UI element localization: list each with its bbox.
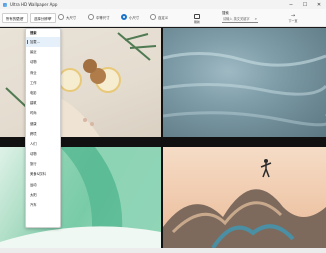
radio-selected-icon (121, 14, 127, 20)
maximize-button[interactable]: ☐ (298, 0, 312, 9)
status-bar (0, 248, 326, 253)
window-title: Ultra HD Wallpaper App (10, 2, 58, 7)
size-option-label: 中等尺寸 (96, 15, 110, 20)
search-placeholder: 请输入 英文关键字 (223, 17, 250, 21)
size-option-custom[interactable]: 自定义 (150, 14, 168, 20)
refresh-button[interactable]: 刷新 (190, 11, 204, 26)
category-list-header: 搜索 (30, 31, 37, 35)
list-item[interactable]: 跨境 (26, 129, 60, 139)
wallpaper-image-frost (163, 52, 326, 127)
toolbar: 所有的壁纸 ▾ 选择分辨率 ▾ 大尺寸 中等尺寸 小尺寸 自定义 刷新 搜索 请… (0, 9, 326, 27)
resolution-dropdown-value: 选择分辨率 (34, 16, 51, 21)
chevron-down-icon: ▾ (22, 16, 24, 20)
resolution-dropdown[interactable]: 选择分辨率 ▾ (30, 13, 56, 23)
wallpaper-image-wave-skater (163, 159, 326, 248)
size-option-large[interactable]: 大尺寸 (58, 14, 76, 20)
list-item[interactable]: 动物 (26, 57, 60, 67)
list-item[interactable]: 商业 (26, 68, 60, 78)
wallpaper-thumbnail[interactable] (163, 147, 326, 248)
app-icon (3, 2, 7, 7)
category-list: 搜索 加载... 最近 动物 商业 工作 电影 建筑 时尚 健康 跨境 人们 动… (25, 28, 61, 228)
wallpaper-thumbnail[interactable] (163, 28, 326, 137)
list-item[interactable]: 加载... (26, 37, 60, 48)
list-item[interactable]: 电影 (26, 88, 60, 98)
search-input[interactable]: 请输入 英文关键字 ⌕ (222, 16, 258, 23)
search-icon: ⌕ (254, 16, 257, 21)
size-option-medium[interactable]: 中等尺寸 (88, 14, 110, 20)
category-dropdown[interactable]: 所有的壁纸 ▾ (2, 13, 28, 23)
radio-icon (150, 14, 156, 20)
size-option-label: 小尺寸 (129, 15, 140, 20)
list-item[interactable]: 人们 (26, 139, 60, 149)
list-item[interactable]: 时尚 (26, 108, 60, 118)
category-dropdown-value: 所有的壁纸 (6, 16, 23, 21)
list-item[interactable]: 动物 (26, 149, 60, 159)
list-item[interactable]: 汽车 (26, 200, 60, 210)
next-page-button[interactable]: → 下一页 (284, 11, 302, 26)
size-option-small[interactable]: 小尺寸 (121, 14, 139, 20)
chevron-down-icon: ▾ (50, 16, 52, 20)
list-item[interactable]: 运动 (26, 180, 60, 190)
title-bar: Ultra HD Wallpaper App ─ ☐ ✕ (0, 0, 326, 9)
refresh-label: 刷新 (193, 19, 200, 24)
size-option-label: 大尺寸 (66, 15, 77, 20)
list-item[interactable]: 旅行 (26, 159, 60, 169)
list-item[interactable]: 太阳 (26, 190, 60, 200)
list-item[interactable]: 最近 (26, 47, 60, 57)
next-page-label: 下一页 (288, 19, 298, 23)
size-option-label: 自定义 (158, 15, 169, 20)
minimize-button[interactable]: ─ (284, 0, 298, 9)
close-button[interactable]: ✕ (312, 0, 326, 9)
radio-icon (88, 14, 94, 20)
list-item[interactable]: 建筑 (26, 98, 60, 108)
list-item[interactable]: 美食&饮料 (26, 169, 60, 179)
list-item[interactable]: 健康 (26, 119, 60, 129)
list-item[interactable]: 工作 (26, 78, 60, 88)
search-label: 搜索 (222, 11, 229, 15)
refresh-icon (194, 13, 200, 19)
window-controls: ─ ☐ ✕ (284, 0, 326, 9)
radio-icon (58, 14, 64, 20)
